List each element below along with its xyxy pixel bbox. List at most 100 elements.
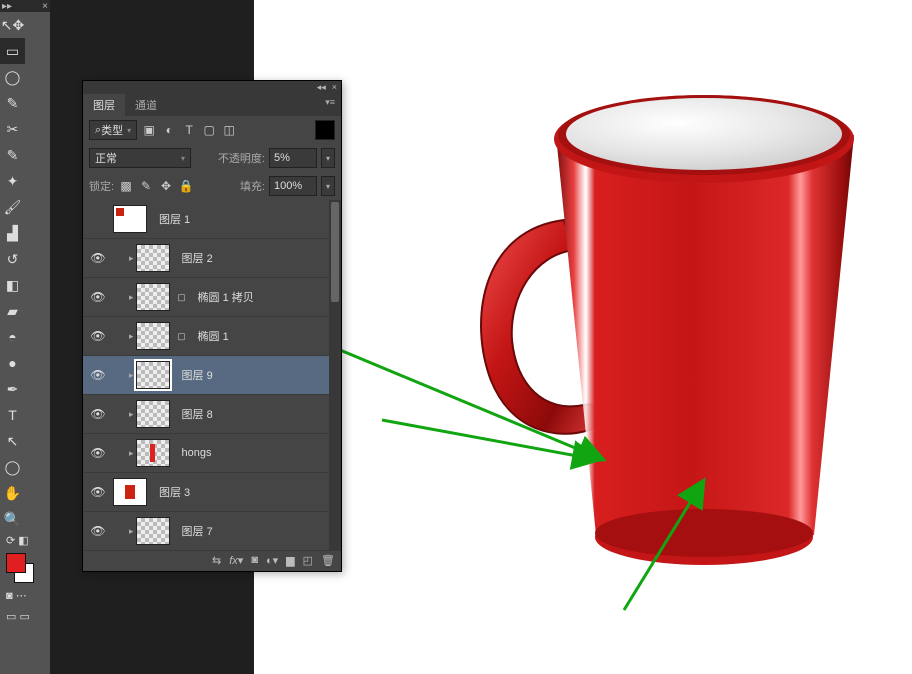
panel-titlebar[interactable]: ◂◂ × bbox=[83, 81, 341, 94]
rect-marquee-tool[interactable]: ▭ bbox=[0, 38, 25, 64]
layer-row[interactable]: 👁 ▸ ▢ 椭圆 1 bbox=[83, 317, 341, 356]
layer-row[interactable]: 👁▸图层 9 bbox=[83, 356, 341, 395]
layer-name-label[interactable]: 图层 9 bbox=[182, 367, 213, 383]
eraser-tool[interactable]: ◧ bbox=[0, 272, 25, 298]
collapse-panel-icon[interactable]: ◂◂ bbox=[317, 82, 326, 93]
eyedropper-tool[interactable]: ✎ bbox=[0, 142, 25, 168]
filter-text-icon[interactable]: T bbox=[181, 122, 197, 138]
layer-mask-icon[interactable]: ◙ bbox=[251, 554, 258, 567]
opacity-field[interactable]: 5% bbox=[269, 148, 317, 168]
fill-field[interactable]: 100% bbox=[269, 176, 317, 196]
screen-mode-icons[interactable]: ▭ ▭ bbox=[0, 604, 50, 629]
filter-type-select[interactable]: ⌕ 类型▾ bbox=[89, 120, 137, 140]
vector-mask-icon[interactable]: ▢ bbox=[174, 289, 190, 305]
visibility-toggle[interactable]: 👁 bbox=[83, 407, 113, 421]
foreground-color-swatch[interactable] bbox=[6, 553, 26, 573]
layer-thumbnail[interactable] bbox=[136, 517, 170, 545]
path-select-tool[interactable]: ↖ bbox=[0, 428, 25, 454]
quick-select-tool[interactable]: ✎ bbox=[0, 90, 25, 116]
visibility-toggle[interactable]: 👁 bbox=[83, 446, 113, 460]
filter-smart-icon[interactable]: ◫ bbox=[221, 122, 237, 138]
close-toolbar-icon[interactable]: × bbox=[42, 1, 48, 12]
visibility-toggle[interactable]: 👁 bbox=[83, 368, 113, 382]
clip-indicator-icon: ▸ bbox=[129, 331, 134, 342]
color-swatches[interactable] bbox=[0, 549, 50, 587]
layer-thumbnail[interactable] bbox=[136, 283, 170, 311]
blur-tool[interactable]: ◓ bbox=[0, 324, 25, 350]
adjustment-layer-icon[interactable]: ◐▾ bbox=[266, 554, 278, 567]
layer-row[interactable]: 👁▸图层 8 bbox=[83, 395, 341, 434]
clip-indicator-icon: ▸ bbox=[129, 292, 134, 303]
layer-row[interactable]: 👁 图层 3 bbox=[83, 473, 341, 512]
heal-tool[interactable]: ✦ bbox=[0, 168, 25, 194]
lock-all-icon[interactable]: 🔒 bbox=[178, 178, 194, 194]
layer-row[interactable]: 图层 1 bbox=[83, 200, 341, 239]
layer-thumbnail[interactable] bbox=[113, 478, 147, 506]
layer-name-label[interactable]: 图层 1 bbox=[159, 211, 190, 227]
swap-default-colors[interactable]: ⟳ ◧ bbox=[0, 532, 50, 549]
filter-shape-icon[interactable]: ▢ bbox=[201, 122, 217, 138]
visibility-toggle[interactable]: 👁 bbox=[83, 524, 113, 538]
brush-tool[interactable]: 🖌 bbox=[0, 194, 25, 220]
layers-scrollbar[interactable] bbox=[329, 200, 341, 550]
panel-menu-icon[interactable]: ▾≡ bbox=[319, 94, 341, 116]
lock-transparent-icon[interactable]: ▩ bbox=[118, 178, 134, 194]
move-tool[interactable]: ↖✥ bbox=[0, 12, 25, 38]
link-layers-icon[interactable]: ⇆ bbox=[212, 554, 221, 567]
layer-fx-icon[interactable]: fx▾ bbox=[229, 554, 243, 567]
bucket-tool[interactable]: ▰ bbox=[0, 298, 25, 324]
ellipse-shape-tool[interactable]: ◯ bbox=[0, 454, 25, 480]
layer-thumbnail[interactable] bbox=[136, 244, 170, 272]
tab-channels[interactable]: 通道 bbox=[125, 94, 167, 116]
canvas-cup-illustration bbox=[364, 35, 912, 595]
tab-layers[interactable]: 图层 bbox=[83, 94, 125, 116]
layer-name-label[interactable]: 椭圆 1 拷贝 bbox=[198, 289, 254, 305]
group-icon[interactable]: ▆ bbox=[286, 554, 294, 567]
layer-name-label[interactable]: 图层 7 bbox=[182, 523, 213, 539]
visibility-toggle[interactable]: 👁 bbox=[83, 251, 113, 265]
blend-mode-select[interactable]: 正常▾ bbox=[89, 148, 191, 168]
layer-thumbnail[interactable] bbox=[136, 400, 170, 428]
lock-position-icon[interactable]: ✥ bbox=[158, 178, 174, 194]
opacity-arrow[interactable]: ▾ bbox=[321, 148, 335, 168]
crop-tool[interactable]: ✂ bbox=[0, 116, 25, 142]
layer-thumbnail[interactable] bbox=[113, 205, 147, 233]
filter-toggle[interactable] bbox=[315, 120, 335, 140]
layer-row[interactable]: 👁 ▸ ▢ 椭圆 1 拷贝 bbox=[83, 278, 341, 317]
zoom-tool[interactable]: 🔍 bbox=[0, 506, 25, 532]
pen-tool[interactable]: ✒ bbox=[0, 376, 25, 402]
layer-row[interactable]: 👁▸hongs bbox=[83, 434, 341, 473]
layer-row[interactable]: 👁▸图层 7 bbox=[83, 512, 341, 551]
layer-name-label[interactable]: 椭圆 1 bbox=[198, 328, 229, 344]
eye-icon: 👁 bbox=[90, 524, 105, 538]
layer-name-label[interactable]: 图层 3 bbox=[159, 484, 190, 500]
fill-arrow[interactable]: ▾ bbox=[321, 176, 335, 196]
lock-pixels-icon[interactable]: ✎ bbox=[138, 178, 154, 194]
hand-tool[interactable]: ✋ bbox=[0, 480, 25, 506]
filter-adjust-icon[interactable]: ◐ bbox=[161, 122, 177, 138]
text-tool[interactable]: T bbox=[0, 402, 25, 428]
stamp-tool[interactable]: ▟ bbox=[0, 220, 25, 246]
layer-thumbnail[interactable] bbox=[136, 322, 170, 350]
delete-layer-icon[interactable]: 🗑 bbox=[321, 554, 335, 567]
new-layer-icon[interactable]: ◰ bbox=[303, 554, 313, 567]
visibility-toggle[interactable]: 👁 bbox=[83, 290, 113, 304]
layer-name-label[interactable]: 图层 8 bbox=[182, 406, 213, 422]
collapse-toolbar-icon[interactable]: ▸▸ bbox=[2, 1, 12, 12]
close-panel-icon[interactable]: × bbox=[332, 82, 337, 93]
quick-mask-icon[interactable]: ◙ ⋯ bbox=[0, 587, 50, 604]
history-brush-tool[interactable]: ↺ bbox=[0, 246, 25, 272]
layer-name-label[interactable]: 图层 2 bbox=[182, 250, 213, 266]
clip-indicator-icon: ▸ bbox=[129, 253, 134, 264]
vector-mask-icon[interactable]: ▢ bbox=[174, 328, 190, 344]
layer-row[interactable]: 👁 ▸ 图层 2 bbox=[83, 239, 341, 278]
visibility-toggle[interactable]: 👁 bbox=[83, 485, 113, 499]
filter-pixel-icon[interactable]: ▣ bbox=[141, 122, 157, 138]
layer-name-label[interactable]: hongs bbox=[182, 447, 212, 459]
layer-thumbnail[interactable] bbox=[136, 361, 170, 389]
lasso-tool[interactable]: ◯ bbox=[0, 64, 25, 90]
layer-thumbnail[interactable] bbox=[136, 439, 170, 467]
visibility-toggle[interactable]: 👁 bbox=[83, 329, 113, 343]
dodge-tool[interactable]: ● bbox=[0, 350, 25, 376]
fill-label: 填充: bbox=[240, 178, 265, 194]
